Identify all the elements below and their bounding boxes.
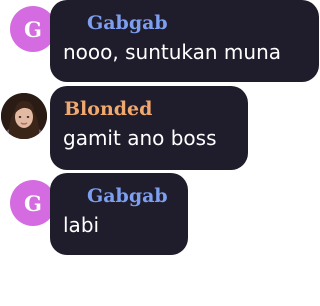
sender-name[interactable]: Gabgab — [87, 12, 168, 34]
message-text: nooo, suntukan muna — [63, 40, 281, 64]
chat-thread: G Gabgab nooo, suntukan muna Blonded gam… — [0, 0, 320, 306]
message-text: gamit ano boss — [63, 126, 217, 150]
avatar-letter: G — [24, 16, 42, 42]
message-bubble: Gabgab nooo, suntukan muna — [50, 0, 319, 82]
profile-photo — [1, 93, 47, 139]
message-bubble: Gabgab labi — [50, 173, 188, 255]
message-bubble: Blonded gamit ano boss — [50, 86, 248, 170]
message-text: labi — [63, 213, 100, 237]
sender-name[interactable]: Gabgab — [87, 185, 168, 207]
avatar[interactable] — [1, 93, 47, 139]
avatar-letter: G — [24, 190, 42, 216]
sender-name[interactable]: Blonded — [64, 98, 152, 120]
